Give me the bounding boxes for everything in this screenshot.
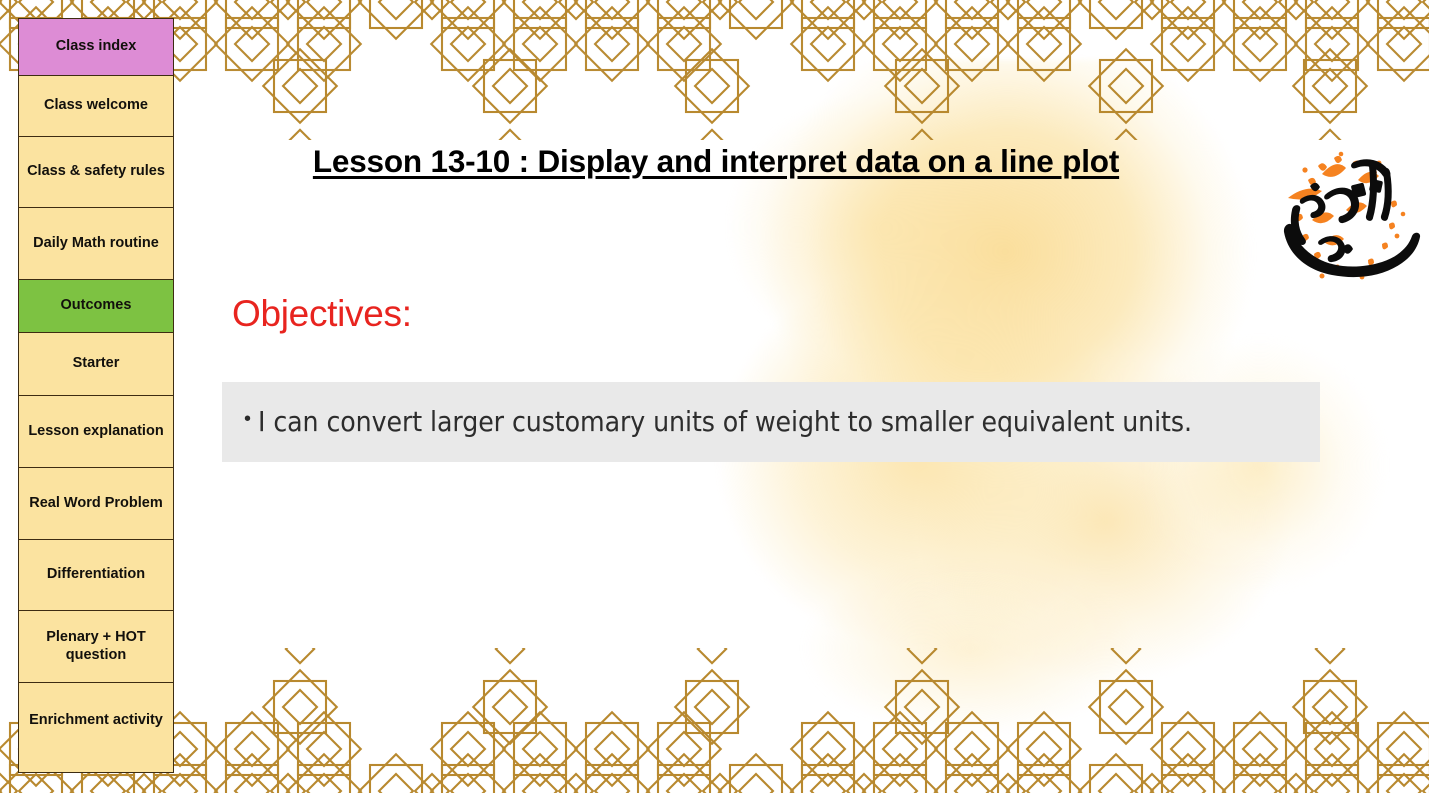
- sidebar-item-label: Plenary + HOT question: [46, 629, 146, 663]
- sidebar-item-label: Class & safety rules: [27, 163, 165, 180]
- sidebar-item-real-word-problem[interactable]: Real Word Problem: [19, 468, 173, 540]
- sidebar-item-label: Outcomes: [60, 297, 132, 314]
- page-title: Lesson 13-10 : Display and interpret dat…: [236, 142, 1196, 180]
- bullet-icon: •: [244, 408, 252, 430]
- lesson-navigation-sidebar[interactable]: Class index Class welcome Class & safety…: [18, 18, 174, 773]
- sidebar-item-label: Lesson explanation: [28, 422, 164, 439]
- sidebar-item-enrichment-activity[interactable]: Enrichment activity: [19, 683, 173, 759]
- sidebar-item-label: Enrichment activity: [29, 712, 163, 729]
- objectives-box: • I can convert larger customary units o…: [222, 382, 1320, 462]
- sidebar-item-plenary-hot-question[interactable]: Plenary + HOT question: [19, 611, 173, 683]
- sidebar-item-class-safety-rules[interactable]: Class & safety rules: [19, 137, 173, 208]
- sidebar-item-label: Daily Math routine: [33, 234, 159, 251]
- sidebar-item-label: Differentiation: [46, 566, 146, 583]
- sidebar-item-differentiation[interactable]: Differentiation: [19, 540, 173, 611]
- page-title-text: Lesson 13-10 : Display and interpret dat…: [312, 143, 1120, 179]
- sidebar-item-label: Class welcome: [44, 97, 148, 114]
- sidebar-item-label: Class index: [55, 38, 137, 55]
- sidebar-item-lesson-explanation[interactable]: Lesson explanation: [19, 396, 173, 468]
- sidebar-item-starter[interactable]: Starter: [19, 333, 173, 396]
- slide-canvas: Class index Class welcome Class & safety…: [0, 0, 1429, 793]
- objective-item-text: I can convert larger customary units of …: [258, 406, 1192, 438]
- ramadan-kareem-calligraphy-icon: [1258, 136, 1424, 302]
- sidebar-item-label: Real Word Problem: [29, 494, 163, 511]
- sidebar-item-label: Starter: [72, 355, 120, 372]
- objectives-heading: Objectives:: [232, 293, 412, 334]
- sidebar-item-outcomes[interactable]: Outcomes: [19, 280, 173, 333]
- sidebar-item-daily-math-routine[interactable]: Daily Math routine: [19, 208, 173, 280]
- slide-main-content: Lesson 13-10 : Display and interpret dat…: [174, 0, 1429, 793]
- sidebar-item-class-welcome[interactable]: Class welcome: [19, 76, 173, 137]
- sidebar-item-class-index[interactable]: Class index: [19, 19, 173, 76]
